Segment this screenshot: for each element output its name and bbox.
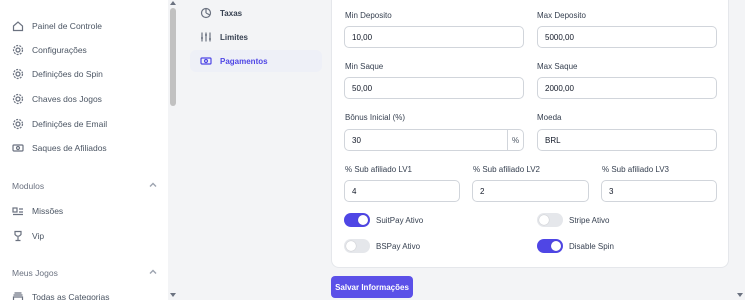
sub-afiliado-lv3-input[interactable]: 3 [601,180,717,202]
money-icon [200,55,212,67]
sidebar: Painel de Controle Configurações Definiç… [0,0,178,300]
bonus-inicial-label: Bônus Inicial (%) [345,113,406,122]
sidebar-item-definicoes-de-email[interactable]: Definições de Email [12,115,107,133]
submenu-item-limites[interactable]: Limites [190,26,322,48]
sliders-icon [200,31,212,43]
disable-spin-label: Disable Spin [569,241,614,251]
bspay-label: BSPay Ativo [376,241,421,251]
toggle-knob [539,215,549,225]
gear-icon [12,68,24,80]
payment-settings-card: Min Deposito 10,00 Max Deposito 5000,00 … [331,0,729,268]
sub-afiliado-lv2-input[interactable]: 2 [472,180,589,202]
min-saque-label: Min Saque [345,62,384,71]
section-title: Modulos [12,181,45,191]
sub-afiliado-lv1-input[interactable]: 4 [344,180,460,202]
disable-spin-toggle-row[interactable]: Disable Spin [537,239,614,253]
chevron-up-icon [149,181,157,191]
sidebar-item-saques-de-afiliados[interactable]: Saques de Afiliados [12,139,107,157]
category-icon [12,291,24,300]
scrollbar-thumb[interactable] [170,8,176,106]
sub-afiliado-lv2-label: % Sub afiliado LV2 [473,165,541,174]
sidebar-item-vip[interactable]: Vip [12,227,44,245]
suitpay-toggle-row[interactable]: SuitPay Ativo [344,213,423,227]
suitpay-toggle[interactable] [344,213,370,227]
submenu-item-label: Pagamentos [220,56,268,66]
submenu-item-label: Taxas [220,8,243,18]
submenu-item-label: Limites [220,32,249,42]
sidebar-section-modulos[interactable]: Modulos [12,178,157,194]
gear-icon [12,44,24,56]
min-deposito-label: Min Deposito [345,11,392,20]
sidebar-section-meus-jogos[interactable]: Meus Jogos [12,265,157,281]
moeda-label: Moeda [537,113,562,122]
sidebar-item-label: Definições de Email [32,119,108,129]
bonus-inicial-input-group[interactable]: 30 % [344,129,524,151]
sidebar-item-chaves-dos-jogos[interactable]: Chaves dos Jogos [12,90,102,108]
gear-icon [12,93,24,105]
sidebar-item-label: Painel de Controle [32,21,102,31]
gear-icon [12,118,24,130]
percent-icon [200,7,212,19]
scroll-down-arrow-icon[interactable] [170,293,176,297]
stripe-toggle-row[interactable]: Stripe Ativo [537,213,609,227]
toggle-knob [551,241,561,251]
disable-spin-toggle[interactable] [537,239,563,253]
sidebar-item-label: Missões [32,206,64,216]
sidebar-item-label: Definições do Spin [32,69,103,79]
page-scrollbar[interactable] [736,0,745,300]
scroll-down-arrow-icon[interactable] [737,293,743,297]
sidebar-item-label: Saques de Afiliados [32,143,107,153]
bspay-toggle[interactable] [344,239,370,253]
sidebar-item-missoes[interactable]: Missões [12,202,63,220]
moeda-input[interactable]: BRL [537,129,717,151]
sidebar-item-label: Configurações [32,45,87,55]
stripe-toggle[interactable] [537,213,563,227]
home-icon [12,20,24,32]
trophy-icon [12,230,24,242]
min-deposito-input[interactable]: 10,00 [344,26,524,48]
toggle-knob [346,241,356,251]
max-saque-label: Max Saque [537,62,578,71]
bspay-toggle-row[interactable]: BSPay Ativo [344,239,420,253]
max-saque-input[interactable]: 2000,00 [537,77,717,99]
sidebar-item-label: Chaves dos Jogos [32,94,102,104]
submenu-item-taxas[interactable]: Taxas [190,2,322,24]
sub-afiliado-lv3-label: % Sub afiliado LV3 [602,165,670,174]
suitpay-label: SuitPay Ativo [376,215,424,225]
bonus-inicial-input[interactable]: 30 [345,130,507,150]
scroll-up-arrow-icon[interactable] [170,1,176,5]
sidebar-item-painel-de-controle[interactable]: Painel de Controle [12,17,102,35]
chevron-up-icon [149,268,157,278]
max-deposito-label: Max Deposito [537,11,586,20]
toggle-knob [358,215,368,225]
sidebar-scrollbar[interactable] [168,0,178,300]
save-button[interactable]: Salvar Informações [331,276,413,298]
cash-icon [12,142,24,154]
stripe-label: Stripe Ativo [569,215,610,225]
sidebar-item-todas-as-categorias[interactable]: Todas as Categorias [12,288,110,300]
max-deposito-input[interactable]: 5000,00 [537,26,717,48]
percent-addon: % [507,130,523,150]
submenu-item-pagamentos[interactable]: Pagamentos [190,50,322,72]
tasks-icon [12,205,24,217]
min-saque-input[interactable]: 50,00 [344,77,524,99]
section-title: Meus Jogos [12,268,58,278]
sub-afiliado-lv1-label: % Sub afiliado LV1 [345,165,413,174]
sidebar-item-label: Todas as Categorias [32,292,110,300]
sidebar-item-label: Vip [32,231,45,241]
sidebar-item-configuracoes[interactable]: Configurações [12,41,87,59]
sidebar-item-definicoes-do-spin[interactable]: Definições do Spin [12,65,103,83]
